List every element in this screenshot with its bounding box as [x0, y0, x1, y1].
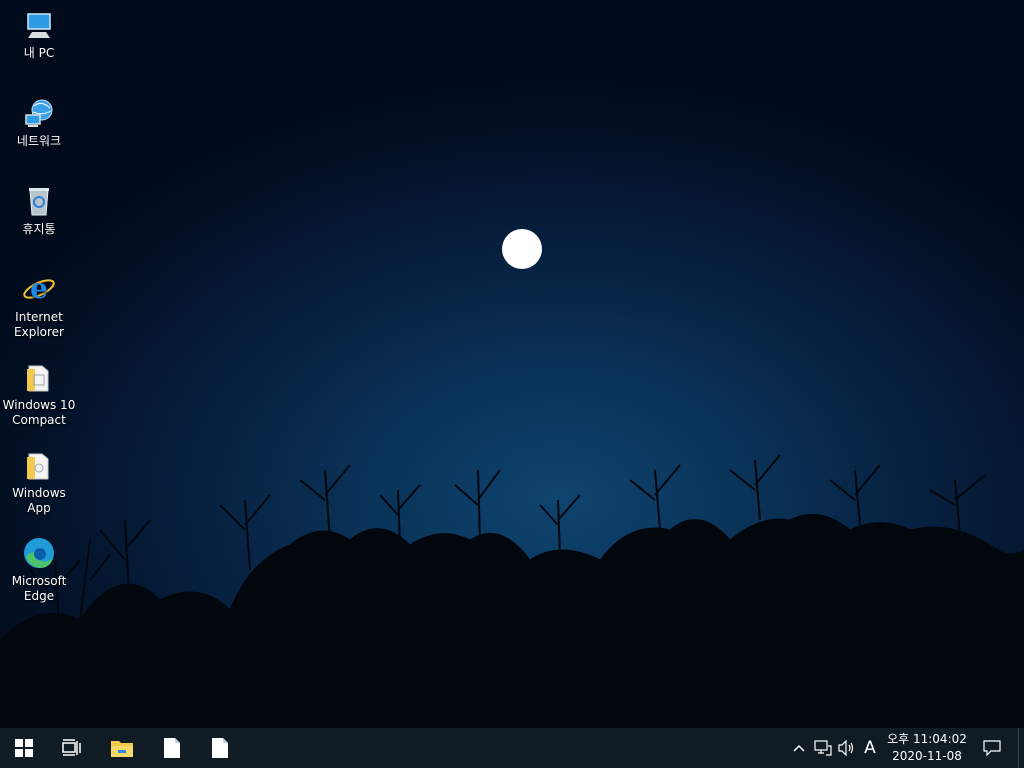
svg-text:e: e — [30, 272, 48, 305]
action-center-icon — [983, 740, 1001, 756]
clock-time: 오후 11:04:02 — [887, 732, 967, 746]
task-view-icon — [62, 739, 81, 756]
document-icon — [164, 738, 180, 758]
recycle-bin-icon — [29, 188, 49, 216]
task-view-button[interactable] — [48, 728, 96, 768]
network-icon — [25, 99, 53, 127]
desktop-icon-label: Windows 10 Compact — [2, 398, 76, 427]
internet-explorer-icon: e — [23, 272, 55, 305]
folder-icon — [27, 453, 49, 480]
folder-icon — [27, 365, 49, 392]
volume-tray-button[interactable] — [836, 728, 858, 768]
desktop-icon-label: 휴지통 — [22, 222, 56, 236]
desktop-icon-windows-app[interactable]: Windows App — [1, 442, 77, 516]
wallpaper — [0, 229, 1024, 728]
chevron-up-icon — [793, 744, 805, 752]
action-center-button[interactable] — [978, 728, 1006, 768]
network-tray-button[interactable] — [812, 728, 834, 768]
desktop-icon-label: Windows App — [12, 486, 66, 515]
show-hidden-icons-button[interactable] — [788, 728, 810, 768]
volume-icon — [838, 740, 854, 756]
desktop-icon-internet-explorer[interactable]: e Internet Explorer — [1, 266, 77, 340]
windows-start-icon — [15, 739, 33, 757]
taskbar: A 오후 11:04:02 2020-11-08 — [0, 728, 1024, 768]
desktop-icon-label: Internet Explorer — [14, 310, 64, 339]
file-explorer-icon — [111, 741, 133, 757]
document-icon — [212, 738, 228, 758]
start-button[interactable] — [0, 728, 48, 768]
moon — [502, 229, 542, 269]
file-explorer-taskbar-button[interactable] — [98, 728, 146, 768]
show-desktop-button[interactable] — [1018, 728, 1024, 768]
computer-icon — [27, 13, 51, 38]
desktop-icon-windows-10-compact[interactable]: Windows 10 Compact — [1, 354, 77, 428]
desktop-icon-label: Microsoft Edge — [11, 574, 67, 603]
desktop-icon-recycle-bin[interactable]: 휴지통 — [1, 178, 77, 237]
desktop-icon-my-pc[interactable]: 내 PC — [1, 2, 77, 61]
desktop-icon-label: 네트워크 — [16, 134, 62, 148]
edge-icon — [24, 538, 54, 568]
desktop-icon-label: 내 PC — [23, 46, 55, 60]
network-icon — [814, 740, 832, 756]
document-taskbar-button-2[interactable] — [196, 728, 244, 768]
tree-silhouettes — [0, 454, 1024, 728]
desktop-icon-network[interactable]: 네트워크 — [1, 90, 77, 149]
desktop: 내 PC 네트워크 휴지통 e Internet Explorer Window… — [0, 0, 1024, 728]
desktop-icon-microsoft-edge[interactable]: Microsoft Edge — [1, 530, 77, 604]
document-taskbar-button-1[interactable] — [148, 728, 196, 768]
ime-indicator[interactable]: A — [860, 728, 880, 768]
clock[interactable]: 오후 11:04:02 2020-11-08 — [882, 728, 972, 768]
clock-date: 2020-11-08 — [892, 749, 962, 763]
